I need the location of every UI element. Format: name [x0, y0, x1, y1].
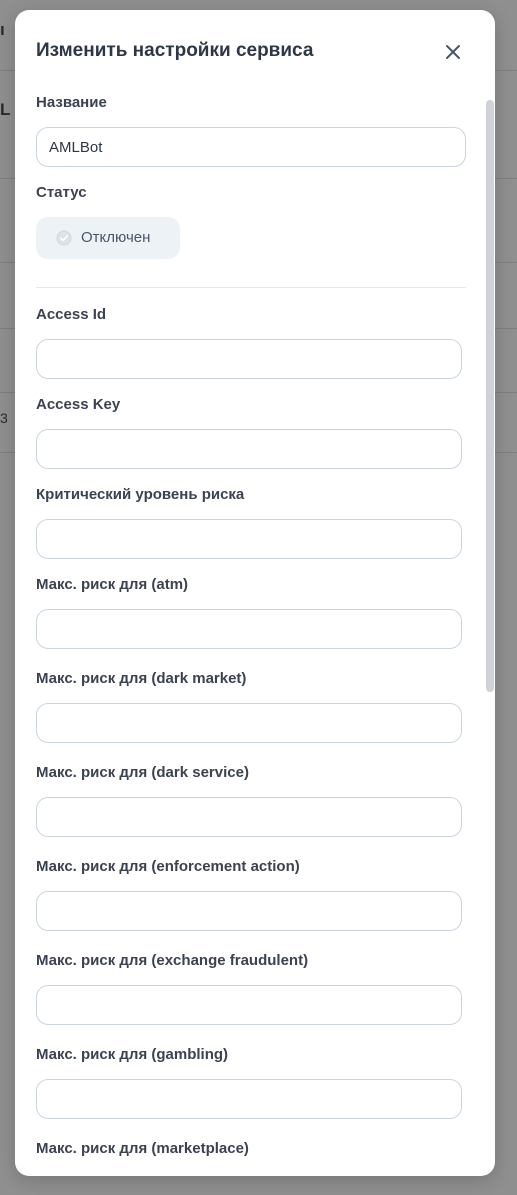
max-risk-enforcement-action-label: Макс. риск для (enforcement action) — [36, 858, 300, 875]
access-key-label: Access Key — [36, 396, 121, 413]
access-id-label: Access Id — [36, 306, 107, 323]
section-divider — [36, 287, 466, 288]
edit-service-settings-dialog: Изменить настройки сервиса Название Стат… — [15, 10, 495, 1176]
status-value: Отключен — [81, 229, 151, 246]
scrollbar-thumb[interactable] — [486, 100, 494, 692]
max-risk-exchange-fraudulent-input[interactable] — [36, 985, 462, 1025]
max-risk-dark-market-label: Макс. риск для (dark market) — [36, 670, 247, 687]
max-risk-dark-service-label: Макс. риск для (dark service) — [36, 764, 249, 781]
max-risk-enforcement-action-input[interactable] — [36, 891, 462, 931]
close-button[interactable] — [441, 40, 465, 64]
name-input[interactable] — [36, 127, 466, 167]
background-text-fragment: ı — [0, 20, 5, 39]
name-label: Название — [36, 94, 107, 111]
max-risk-exchange-fraudulent-label: Макс. риск для (exchange fraudulent) — [36, 952, 309, 969]
max-risk-gambling-label: Макс. риск для (gambling) — [36, 1046, 229, 1063]
critical-risk-level-input[interactable] — [36, 519, 462, 559]
background-text-fragment: 3 — [0, 410, 8, 426]
max-risk-marketplace-label: Макс. риск для (marketplace) — [36, 1140, 249, 1157]
max-risk-atm-label: Макс. риск для (atm) — [36, 576, 189, 593]
max-risk-dark-market-input[interactable] — [36, 703, 462, 743]
access-key-input[interactable] — [36, 429, 462, 469]
access-id-input[interactable] — [36, 339, 462, 379]
dialog-title: Изменить настройки сервиса — [36, 40, 314, 61]
close-icon — [446, 45, 460, 59]
critical-risk-level-label: Критический уровень риска — [36, 486, 245, 503]
scrollbar[interactable] — [485, 100, 495, 1170]
status-toggle-button[interactable]: Отключен — [36, 217, 180, 259]
max-risk-atm-input[interactable] — [36, 609, 462, 649]
status-label: Статус — [36, 184, 87, 201]
max-risk-dark-service-input[interactable] — [36, 797, 462, 837]
check-circle-icon — [56, 230, 72, 246]
max-risk-gambling-input[interactable] — [36, 1079, 462, 1119]
